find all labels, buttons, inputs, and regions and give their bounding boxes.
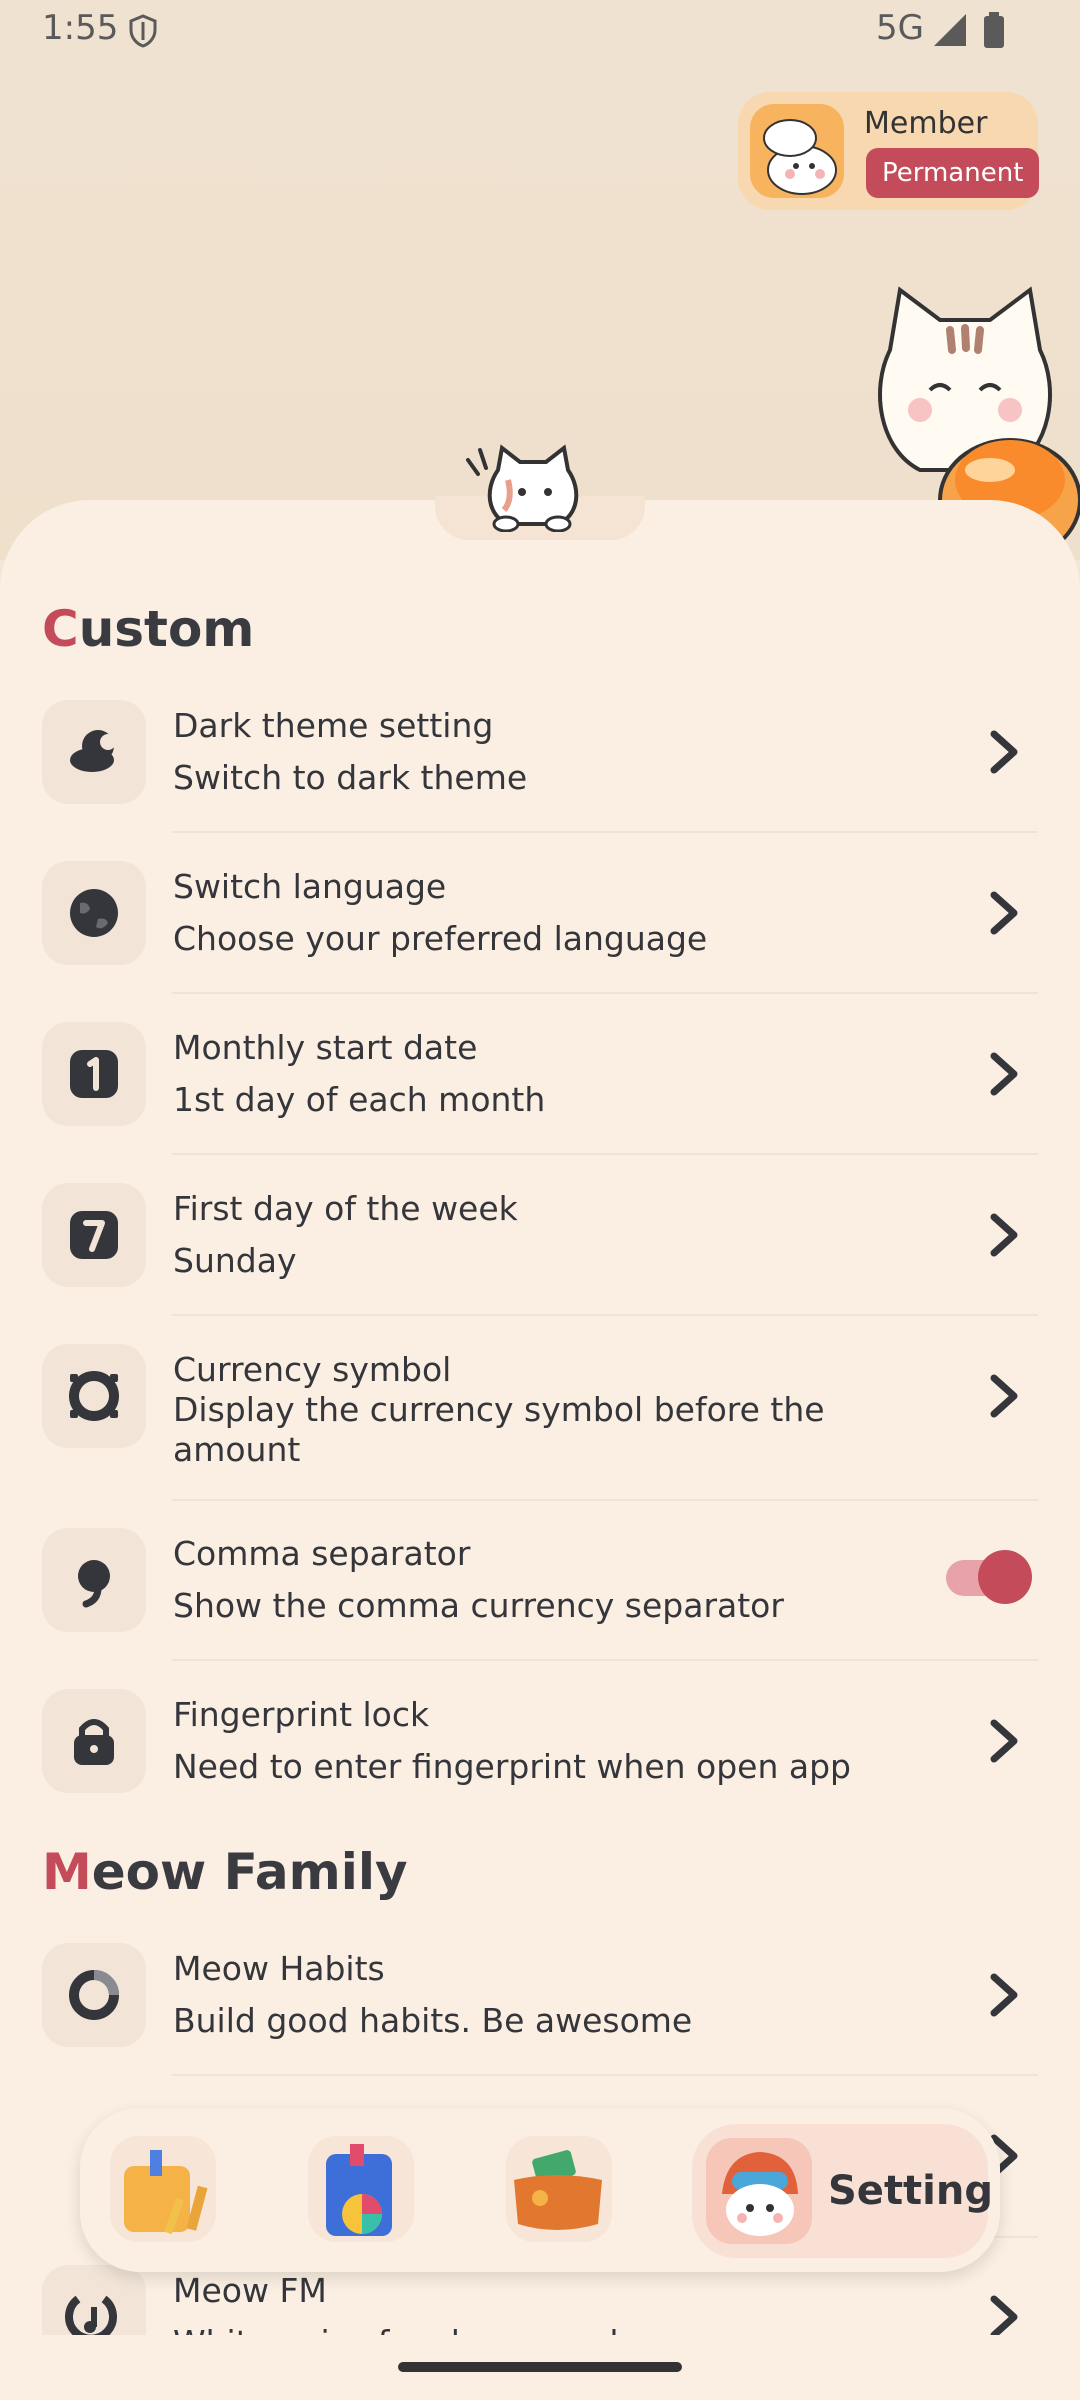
section-title-custom: Custom	[42, 600, 254, 658]
moon-cloud-icon	[70, 730, 116, 772]
section-rest: ustom	[78, 600, 255, 658]
chevron-right-icon	[990, 1973, 1018, 2017]
chevron-right-icon	[990, 730, 1018, 774]
row-title: Dark theme setting	[173, 706, 494, 745]
icon-box	[42, 1022, 146, 1126]
battery-icon	[984, 12, 1004, 48]
wallet-icon	[514, 2150, 602, 2230]
chevron-right-icon	[990, 1052, 1018, 1096]
row-title: Fingerprint lock	[173, 1695, 430, 1734]
row-title: Currency symbol	[173, 1350, 452, 1389]
row-title: Monthly start date	[173, 1028, 478, 1067]
row-subtitle: Show the comma currency separator	[173, 1586, 784, 1625]
row-subtitle: Need to enter fingerprint when open app	[173, 1747, 851, 1786]
section-initial: M	[42, 1843, 92, 1901]
bottom-navigation: Setting	[80, 2108, 1000, 2272]
gesture-bar[interactable]	[398, 2362, 682, 2372]
member-cat-avatar	[750, 104, 844, 198]
chevron-right-icon	[990, 891, 1018, 935]
row-currency-symbol[interactable]: Currency symbol Display the currency sym…	[0, 1344, 1080, 1501]
chart-book-icon	[326, 2144, 392, 2236]
row-dark-theme[interactable]: Dark theme setting Switch to dark theme	[0, 700, 1080, 833]
toggle-knob[interactable]	[978, 1550, 1032, 1604]
shield-icon	[129, 14, 157, 48]
row-subtitle: Sunday	[173, 1241, 297, 1280]
nav-notebook[interactable]	[110, 2136, 216, 2242]
member-badge[interactable]: Member Permanent	[738, 92, 1040, 210]
music-note-icon	[65, 2295, 117, 2335]
row-title: Comma separator	[173, 1534, 471, 1573]
divider	[172, 1499, 1038, 1501]
row-subtitle: Display the currency symbol before the a…	[173, 1390, 825, 1469]
row-meow-habits[interactable]: Meow Habits Build good habits. Be awesom…	[0, 1943, 1080, 2076]
icon-box	[42, 700, 146, 804]
ring-icon	[69, 1371, 119, 1421]
divider	[172, 2074, 1038, 2076]
icon-box	[42, 1943, 146, 2047]
row-subtitle: White noise for sleep or relax	[173, 2323, 893, 2335]
calendar-seven-icon	[70, 1211, 118, 1259]
nav-setting-label: Setting	[828, 2168, 993, 2214]
row-switch-language[interactable]: Switch language Choose your preferred la…	[0, 861, 1080, 994]
globe-icon	[70, 889, 118, 937]
divider	[172, 1153, 1038, 1155]
habit-circle-icon	[69, 1970, 119, 2020]
row-subtitle: Choose your preferred language	[173, 919, 708, 958]
icon-box	[42, 1689, 146, 1793]
divider	[172, 1314, 1038, 1316]
permanent-badge: Permanent	[866, 148, 1040, 198]
section-rest: eow Family	[91, 1843, 408, 1901]
chevron-right-icon	[990, 1374, 1018, 1418]
icon-box	[42, 1344, 146, 1448]
notebook-icon	[124, 2150, 208, 2235]
cat-pilot-icon	[706, 2138, 812, 2244]
calendar-one-icon	[70, 1050, 118, 1098]
divider	[172, 992, 1038, 994]
row-monthly-start-date[interactable]: Monthly start date 1st day of each month	[0, 1022, 1080, 1155]
status-time: 1:55	[42, 8, 119, 48]
divider	[172, 1659, 1038, 1661]
row-meow-fm[interactable]: Meow FM White noise for sleep or relax	[0, 2265, 1080, 2335]
row-title: Switch language	[173, 867, 447, 906]
chevron-right-icon	[990, 2295, 1018, 2335]
signal-icon	[934, 14, 966, 46]
row-fingerprint-lock[interactable]: Fingerprint lock Need to enter fingerpri…	[0, 1689, 1080, 1821]
peeking-cat-icon	[466, 444, 579, 532]
row-title: Meow Habits	[173, 1949, 385, 1988]
section-initial: C	[42, 600, 79, 658]
row-subtitle: Build good habits. Be awesome	[173, 2001, 693, 2040]
divider	[172, 831, 1038, 833]
row-subtitle: 1st day of each month	[173, 1080, 546, 1119]
status-bar: 1:55 5G	[0, 0, 1080, 60]
icon-box	[42, 1183, 146, 1287]
icon-box	[42, 1528, 146, 1632]
row-comma-separator[interactable]: Comma separator Show the comma currency …	[0, 1528, 1080, 1661]
lock-icon	[74, 1719, 114, 1765]
row-subtitle: Switch to dark theme	[173, 758, 528, 797]
nav-wallet[interactable]	[506, 2136, 612, 2242]
row-first-day-of-week[interactable]: First day of the week Sunday	[0, 1183, 1080, 1316]
member-title: Member	[864, 106, 988, 141]
nav-statistics[interactable]	[308, 2136, 414, 2242]
row-title: Meow FM	[173, 2271, 327, 2310]
icon-box	[42, 861, 146, 965]
section-title-meow-family: Meow Family	[42, 1843, 408, 1901]
row-title: First day of the week	[173, 1189, 518, 1228]
network-type: 5G	[876, 8, 924, 48]
chevron-right-icon	[990, 1719, 1018, 1763]
icon-box	[42, 2265, 146, 2335]
comma-icon	[78, 1560, 110, 1608]
chevron-right-icon	[990, 1213, 1018, 1257]
